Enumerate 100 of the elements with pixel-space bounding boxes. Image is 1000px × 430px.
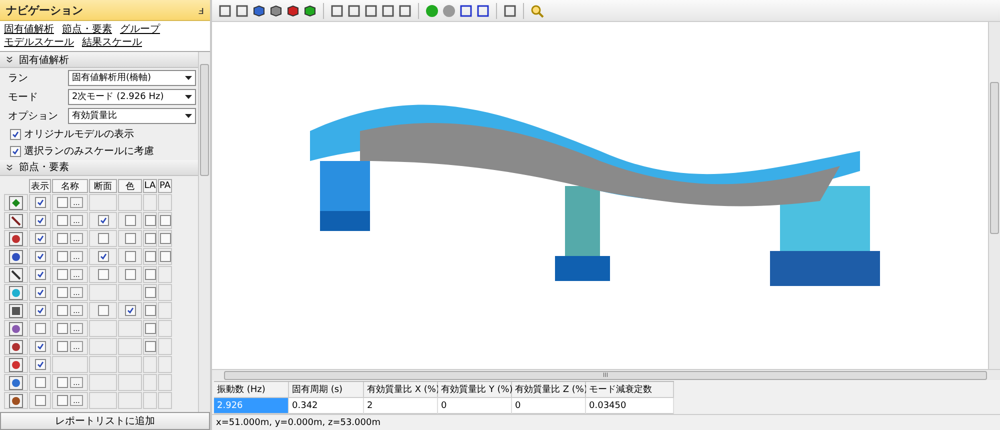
node-icon[interactable] — [9, 196, 23, 210]
dropdown[interactable]: 固有値解析用(橋軸) — [68, 70, 196, 86]
checkbox[interactable] — [57, 377, 68, 388]
scrollbar[interactable] — [198, 52, 210, 412]
checkbox[interactable] — [57, 233, 68, 244]
column-header: LA — [143, 179, 157, 193]
magnifier-icon[interactable] — [530, 4, 544, 18]
checkbox[interactable] — [144, 305, 156, 316]
column-header: 有効質量比 Y (%) — [438, 382, 512, 398]
checkbox[interactable] — [160, 215, 170, 226]
column-header: 色 — [118, 179, 142, 193]
checkbox[interactable] — [98, 233, 108, 244]
checkbox[interactable] — [57, 341, 68, 352]
checkbox[interactable] — [57, 215, 68, 226]
checkbox[interactable] — [57, 197, 68, 208]
grid-cell — [158, 374, 172, 391]
checkbox[interactable] — [34, 215, 46, 226]
column-header: 振動数 (Hz) — [214, 382, 289, 398]
checkbox[interactable] — [98, 215, 108, 226]
checkbox[interactable] — [34, 377, 46, 388]
truss-icon[interactable] — [9, 268, 23, 282]
checkbox[interactable] — [57, 251, 68, 262]
checkbox[interactable] — [124, 251, 136, 262]
add-to-report-button[interactable]: レポートリストに追加 — [0, 412, 210, 430]
checkbox[interactable] — [160, 251, 170, 262]
checkbox[interactable] — [57, 269, 68, 280]
column-header: PA — [158, 179, 172, 193]
checkbox[interactable] — [57, 323, 68, 334]
grid-cell — [118, 374, 142, 391]
field-label: ラン — [8, 72, 29, 85]
nav-link[interactable]: 固有値解析 — [4, 23, 54, 36]
column-header: 表示 — [29, 179, 51, 193]
checkbox[interactable] — [34, 197, 46, 208]
checkbox[interactable] — [144, 269, 156, 280]
checkbox[interactable] — [34, 359, 46, 370]
table-cell: 2.926 — [214, 398, 289, 414]
cube-icon[interactable] — [269, 4, 283, 18]
checkbox[interactable] — [34, 395, 46, 406]
option-label: オリジナルモデルの表示 — [24, 128, 134, 142]
nav-link[interactable]: 節点・要素 — [62, 23, 112, 36]
checkbox[interactable] — [57, 287, 68, 298]
cube-icon[interactable] — [303, 4, 317, 18]
checkbox[interactable] — [160, 233, 170, 244]
dropdown[interactable]: 有効質量比 — [68, 108, 196, 124]
cube-icon[interactable] — [286, 4, 300, 18]
beam-icon[interactable] — [9, 214, 23, 228]
dropdown[interactable]: 2次モード (2.926 Hz) — [68, 88, 196, 105]
checkbox[interactable] — [34, 251, 46, 262]
grid-cell — [118, 356, 142, 373]
chevron-icon[interactable] — [6, 164, 13, 171]
checkbox[interactable] — [144, 215, 156, 226]
checkbox[interactable] — [98, 251, 108, 262]
checkbox[interactable] — [144, 323, 156, 334]
caret-icon[interactable] — [185, 76, 192, 80]
caret-icon[interactable] — [185, 94, 192, 99]
checkbox[interactable] — [144, 233, 156, 244]
checkbox[interactable] — [34, 305, 46, 316]
column-header: モード減衰定数 — [586, 382, 674, 398]
chevron-icon[interactable] — [6, 56, 13, 64]
checkbox[interactable] — [34, 341, 46, 352]
checkbox[interactable] — [98, 305, 108, 316]
checkbox[interactable] — [10, 128, 21, 140]
column-header: 断面 — [89, 179, 117, 193]
checkbox[interactable] — [144, 341, 156, 352]
table-cell: 0.03450 — [586, 398, 674, 414]
option-label: 選択ランのみスケールに考慮 — [24, 144, 154, 158]
checkbox[interactable] — [144, 251, 156, 262]
panel-title: ナビゲーション — [6, 2, 83, 18]
pin-button[interactable]: ⅎ — [198, 4, 204, 16]
checkbox[interactable] — [10, 146, 21, 157]
status-bar: x=51.000m, y=0.000m, z=53.000m — [212, 414, 1000, 430]
checkbox[interactable] — [57, 305, 68, 316]
grid-cell — [158, 392, 172, 409]
caret-icon[interactable] — [185, 114, 192, 118]
solid-icon[interactable] — [9, 304, 23, 318]
section-header[interactable]: 節点・要素 — [0, 160, 198, 176]
checkbox[interactable] — [34, 269, 46, 280]
model-viewport[interactable] — [212, 22, 988, 369]
field-label: オプション — [8, 110, 59, 123]
grid-cell — [143, 392, 157, 409]
checkbox[interactable] — [57, 395, 68, 406]
section-header[interactable]: 固有値解析 — [0, 52, 198, 68]
nav-link[interactable]: 結果スケール — [82, 36, 142, 49]
field-label: モード — [8, 90, 39, 104]
nav-link[interactable]: グループ — [120, 23, 160, 36]
checkbox[interactable] — [34, 323, 46, 334]
table-cell: 0.342 — [289, 398, 364, 414]
checkbox[interactable] — [124, 269, 136, 280]
checkbox[interactable] — [34, 233, 46, 244]
checkbox[interactable] — [124, 305, 136, 316]
scrollbar[interactable] — [988, 22, 1000, 369]
nav-link[interactable]: モデルスケール — [4, 36, 74, 49]
checkbox[interactable] — [124, 233, 136, 244]
table-cell: 0 — [512, 398, 586, 414]
checkbox[interactable] — [144, 287, 156, 298]
checkbox[interactable] — [124, 215, 136, 226]
cube-icon[interactable] — [252, 4, 266, 18]
checkbox[interactable] — [34, 287, 46, 298]
grid-cell — [158, 356, 172, 373]
checkbox[interactable] — [98, 269, 108, 280]
